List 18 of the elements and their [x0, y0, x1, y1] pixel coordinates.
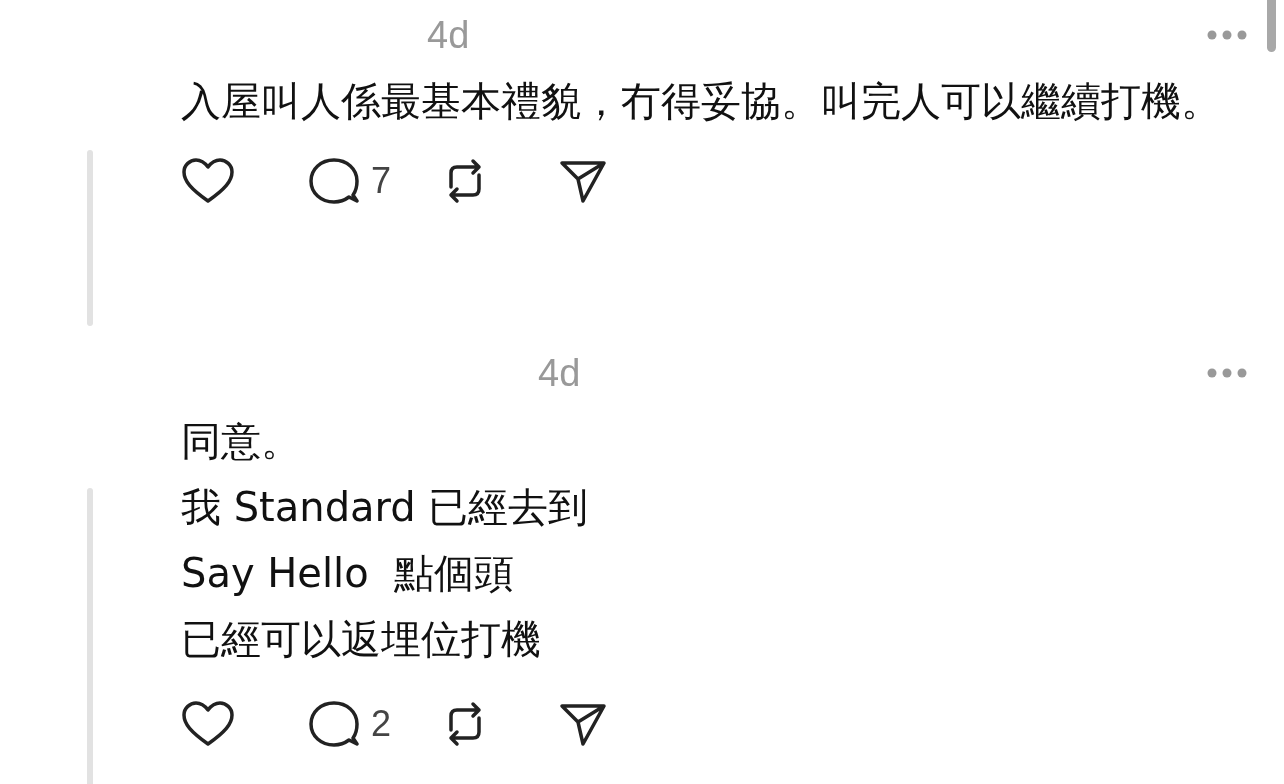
reply-count: 7	[371, 160, 392, 202]
post-text: Say Hello 點個頭	[181, 549, 516, 598]
post-text: 我 Standard 已經去到	[181, 483, 590, 532]
scrollbar[interactable]	[1267, 0, 1276, 52]
heart-icon[interactable]	[181, 700, 235, 748]
heart-icon[interactable]	[181, 157, 235, 205]
comment-icon[interactable]	[309, 157, 359, 205]
post-time: 4d	[538, 351, 581, 395]
comment-icon[interactable]	[309, 700, 359, 748]
more-icon[interactable]	[1207, 368, 1247, 378]
post-text: 已經可以返埋位打機	[181, 615, 542, 664]
post-time: 4d	[427, 13, 470, 57]
post-text: 同意。	[181, 417, 302, 466]
share-icon[interactable]	[559, 158, 608, 204]
post-text: 入屋叫人係最基本禮貌，冇得妥協。叫完人可以繼續打機。	[181, 77, 1221, 126]
reply-count: 2	[371, 703, 392, 745]
more-icon[interactable]	[1207, 30, 1247, 40]
share-icon[interactable]	[559, 701, 608, 747]
